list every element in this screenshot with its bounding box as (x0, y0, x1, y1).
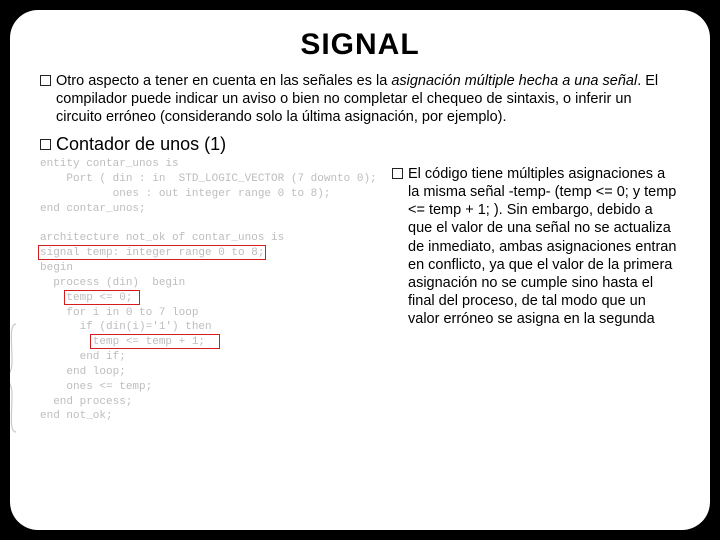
paragraph-1: Otro aspecto a tener en cuenta en las se… (56, 72, 680, 126)
curly-brace-icon (10, 322, 18, 434)
two-column-area: entity contar_unos is Port ( din : in ST… (40, 157, 680, 424)
bullet-2: Contador de unos (1) (40, 134, 680, 155)
slide-title: SIGNAL (40, 28, 680, 62)
subheading: Contador de unos (1) (56, 134, 226, 155)
para1-italic: asignación múltiple hecha a una señal (391, 73, 637, 89)
square-bullet-icon (392, 168, 403, 179)
right-paragraph: El código tiene múltiples asignaciones a… (408, 165, 680, 328)
brace-svg (10, 322, 18, 434)
code-column: entity contar_unos is Port ( din : in ST… (40, 157, 380, 424)
bullet-1: Otro aspecto a tener en cuenta en las se… (40, 72, 680, 126)
square-bullet-icon (40, 139, 51, 150)
para1-text-a: Otro aspecto a tener en cuenta en las se… (56, 73, 391, 89)
right-column: El código tiene múltiples asignaciones a… (392, 157, 680, 328)
square-bullet-icon (40, 75, 51, 86)
code-block: entity contar_unos is Port ( din : in ST… (40, 157, 380, 424)
slide-container: SIGNAL Otro aspecto a tener en cuenta en… (10, 10, 710, 530)
